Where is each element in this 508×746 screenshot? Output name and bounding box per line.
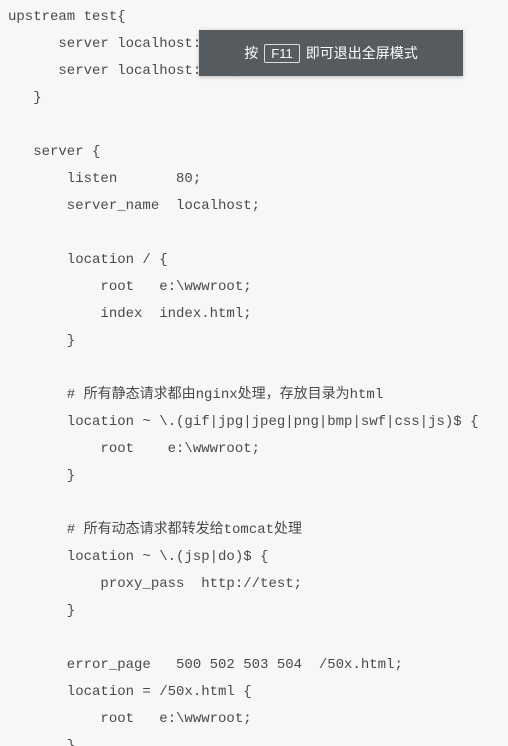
f11-key-badge: F11 (264, 44, 299, 63)
code-line: } (8, 333, 75, 349)
toast-text-before: 按 (244, 40, 258, 67)
code-line: } (8, 603, 75, 619)
code-line: location ~ \.(gif|jpg|jpeg|png|bmp|swf|c… (8, 414, 478, 430)
code-line: root e:\wwwroot; (8, 441, 260, 457)
code-line: } (8, 468, 75, 484)
code-line: listen 80; (8, 171, 201, 187)
code-line: server { (8, 144, 100, 160)
code-line: server_name localhost; (8, 198, 260, 214)
code-line: proxy_pass http://test; (8, 576, 302, 592)
code-line: root e:\wwwroot; (8, 279, 252, 295)
code-line: location / { (8, 252, 168, 268)
code-line: # 所有静态请求都由nginx处理，存放目录为html (8, 387, 383, 403)
code-line: location = /50x.html { (8, 684, 252, 700)
code-line: location ~ \.(jsp|do)$ { (8, 549, 268, 565)
toast-text-after: 即可退出全屏模式 (306, 40, 418, 67)
code-line: } (8, 90, 42, 106)
nginx-config-code: upstream test{ server localhost:8080; se… (0, 0, 508, 746)
code-line: root e:\wwwroot; (8, 711, 252, 727)
code-line: error_page 500 502 503 504 /50x.html; (8, 657, 403, 673)
code-line: index index.html; (8, 306, 252, 322)
code-line: } (8, 738, 75, 746)
fullscreen-exit-toast: 按 F11 即可退出全屏模式 (199, 30, 463, 76)
code-line: upstream test{ (8, 9, 126, 25)
code-line: # 所有动态请求都转发给tomcat处理 (8, 522, 302, 538)
